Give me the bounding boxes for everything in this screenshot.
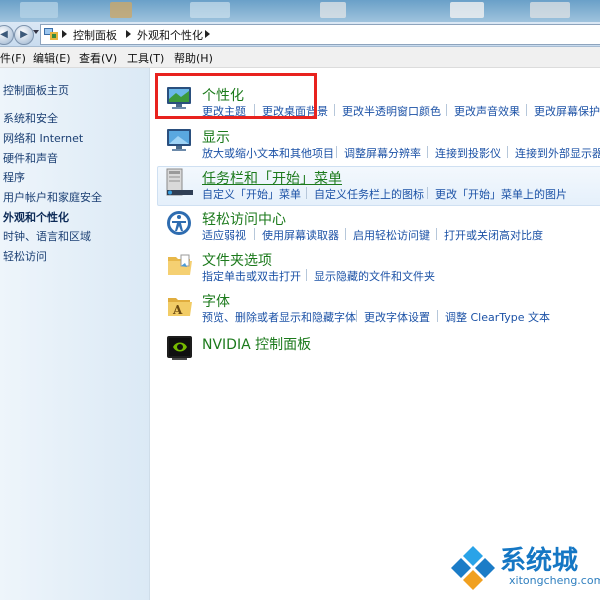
folder-options-icon[interactable] xyxy=(166,251,194,279)
link-separator xyxy=(436,228,437,240)
fonts-icon[interactable]: A xyxy=(166,292,194,320)
watermark-brand: 系统城 xyxy=(500,546,579,576)
link-separator xyxy=(427,187,428,199)
link-single-or-double-click[interactable]: 指定单击或双击打开 xyxy=(202,268,301,284)
category-title-folder-options[interactable]: 文件夹选项 xyxy=(202,250,272,270)
recent-pages-dropdown-icon[interactable] xyxy=(33,30,39,34)
address-bar: ◀ ▶ 控制面板 外观和个性化 xyxy=(0,22,600,47)
link-separator xyxy=(427,146,428,158)
link-separator xyxy=(356,310,357,322)
link-low-vision[interactable]: 适应弱视 xyxy=(202,227,246,243)
link-adjust-cleartype[interactable]: 调整 ClearType 文本 xyxy=(445,309,550,325)
sidebar-item-network[interactable]: 网络和 Internet xyxy=(3,130,83,146)
link-zoom-text[interactable]: 放大或缩小文本和其他项目 xyxy=(202,145,334,161)
breadcrumb-appearance[interactable]: 外观和个性化 xyxy=(137,27,203,43)
link-show-hidden-files[interactable]: 显示隐藏的文件和文件夹 xyxy=(314,268,435,284)
link-screen-reader[interactable]: 使用屏幕读取器 xyxy=(262,227,339,243)
breadcrumb-control-panel[interactable]: 控制面板 xyxy=(73,27,117,43)
category-title-ease-of-access-center[interactable]: 轻松访问中心 xyxy=(202,209,286,229)
category-title-nvidia-control-panel[interactable]: NVIDIA 控制面板 xyxy=(202,334,311,354)
sidebar-item-appearance[interactable]: 外观和个性化 xyxy=(3,209,69,225)
link-change-start-menu-picture[interactable]: 更改「开始」菜单上的图片 xyxy=(435,186,567,202)
link-adjust-resolution[interactable]: 调整屏幕分辨率 xyxy=(344,145,421,161)
sidebar-item-hardware-sound[interactable]: 硬件和声音 xyxy=(3,150,58,166)
link-separator xyxy=(254,228,255,240)
sidebar-item-home[interactable]: 控制面板主页 xyxy=(3,82,69,98)
window-glass-strip xyxy=(0,0,600,22)
background-tile xyxy=(20,2,58,18)
sidebar-item-clock-region[interactable]: 时钟、语言和区域 xyxy=(3,228,91,244)
link-preview-delete-fonts[interactable]: 预览、删除或者显示和隐藏字体 xyxy=(202,309,356,325)
background-tile xyxy=(110,2,132,18)
background-tile xyxy=(450,2,484,18)
taskbar-start-menu-icon[interactable] xyxy=(166,168,194,196)
category-title-taskbar-start-menu[interactable]: 任务栏和「开始」菜单 xyxy=(202,168,342,188)
link-separator xyxy=(306,187,307,199)
link-customize-start-menu[interactable]: 自定义「开始」菜单 xyxy=(202,186,301,202)
background-tile xyxy=(320,2,346,18)
breadcrumb-separator-icon[interactable] xyxy=(205,30,210,38)
link-separator xyxy=(334,104,335,116)
display-icon[interactable] xyxy=(166,126,194,154)
link-high-contrast[interactable]: 打开或关闭高对比度 xyxy=(444,227,543,243)
link-separator xyxy=(345,228,346,240)
link-separator xyxy=(306,269,307,281)
menu-tools[interactable]: 工具(T) xyxy=(127,50,164,66)
sidebar-item-system-security[interactable]: 系统和安全 xyxy=(3,110,58,126)
sidebar-item-programs[interactable]: 程序 xyxy=(3,169,25,185)
link-separator xyxy=(526,104,527,116)
background-tile xyxy=(530,2,570,18)
watermark-url: xitongcheng.com xyxy=(509,574,600,587)
forward-button[interactable]: ▶ xyxy=(14,25,34,45)
link-separator xyxy=(336,146,337,158)
link-separator xyxy=(437,310,438,322)
link-change-sound-effects[interactable]: 更改声音效果 xyxy=(454,103,520,119)
link-connect-external-display[interactable]: 连接到外部显示器 xyxy=(515,145,600,161)
background-tile xyxy=(190,2,230,18)
category-title-display[interactable]: 显示 xyxy=(202,127,230,147)
address-box[interactable]: 控制面板 外观和个性化 xyxy=(40,24,600,45)
menu-edit[interactable]: 编辑(E) xyxy=(33,50,71,66)
category-title-fonts[interactable]: 字体 xyxy=(202,291,230,311)
menu-view[interactable]: 查看(V) xyxy=(79,50,117,66)
link-change-screensaver[interactable]: 更改屏幕保护 xyxy=(534,103,600,119)
menu-file[interactable]: 件(F) xyxy=(0,50,26,66)
left-navigation-pane: 控制面板主页 系统和安全 网络和 Internet 硬件和声音 程序 用户帐户和… xyxy=(0,68,150,600)
nvidia-icon[interactable] xyxy=(166,334,194,362)
menu-bar: 件(F) 编辑(E) 查看(V) 工具(T) 帮助(H) xyxy=(0,47,600,68)
menu-help[interactable]: 帮助(H) xyxy=(174,50,213,66)
breadcrumb-separator-icon[interactable] xyxy=(62,30,67,38)
back-button[interactable]: ◀ xyxy=(0,25,14,45)
xitongcheng-logo xyxy=(451,546,495,590)
sidebar-item-ease-of-access[interactable]: 轻松访问 xyxy=(3,248,47,264)
svg-text:A: A xyxy=(172,303,183,317)
link-customize-taskbar-icons[interactable]: 自定义任务栏上的图标 xyxy=(314,186,424,202)
link-separator xyxy=(507,146,508,158)
link-connect-projector[interactable]: 连接到投影仪 xyxy=(435,145,501,161)
sidebar-item-user-accounts[interactable]: 用户帐户和家庭安全 xyxy=(3,189,102,205)
breadcrumb-separator-icon[interactable] xyxy=(126,30,131,38)
link-change-font-settings[interactable]: 更改字体设置 xyxy=(364,309,430,325)
control-panel-icon xyxy=(44,28,58,40)
link-accessibility-keys[interactable]: 启用轻松访问键 xyxy=(353,227,430,243)
link-change-window-color[interactable]: 更改半透明窗口颜色 xyxy=(342,103,441,119)
highlight-box xyxy=(155,73,317,119)
link-separator xyxy=(446,104,447,116)
ease-of-access-icon[interactable] xyxy=(166,210,194,238)
